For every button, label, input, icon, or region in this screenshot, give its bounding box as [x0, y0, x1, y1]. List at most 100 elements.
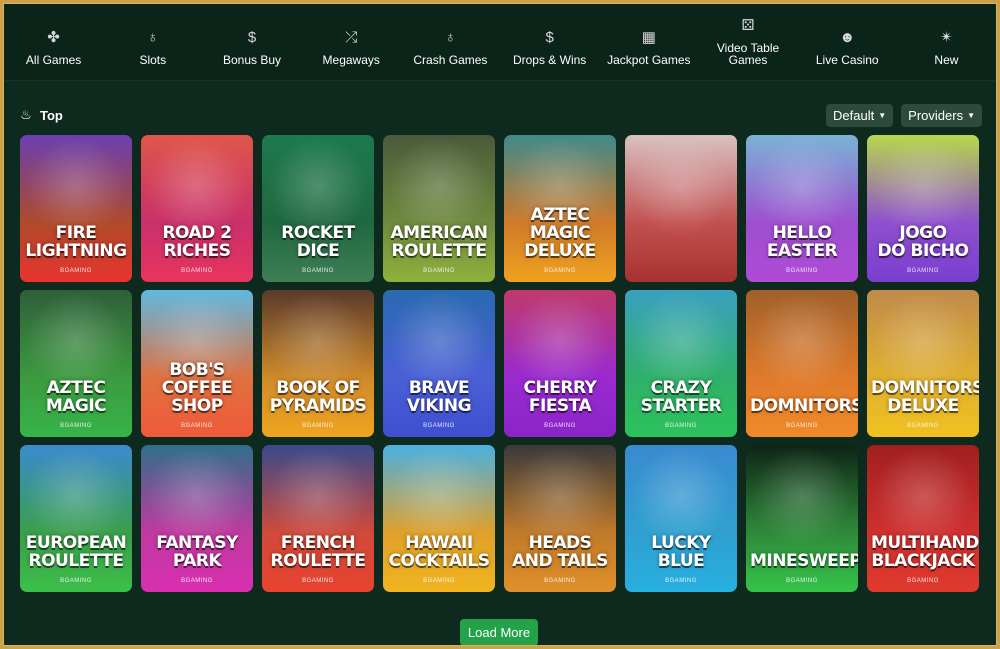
nav-item-label: Bonus Buy	[222, 53, 282, 67]
nav-item-slots[interactable]: ♁ Slots	[103, 4, 202, 80]
sparkle-icon: ✴	[940, 29, 953, 46]
nav-item-label: New	[934, 53, 959, 67]
game-title: Road 2 Riches	[162, 223, 232, 261]
game-title: Multihand Blackjack	[871, 533, 979, 571]
game-provider: BGAMING	[60, 268, 92, 274]
game-provider: BGAMING	[786, 268, 818, 274]
game-tile[interactable]: Aztec Magic BGAMING	[20, 290, 132, 437]
game-tile[interactable]: Heads and Tails BGAMING	[504, 445, 616, 592]
nav-item-new[interactable]: ✴ New	[897, 4, 996, 80]
game-tile[interactable]: Crazy Starter BGAMING	[625, 290, 737, 437]
game-provider: BGAMING	[181, 423, 213, 429]
game-grid: Fire Lightning BGAMING Road 2 Riches BGAMIN…	[20, 135, 979, 592]
game-tile[interactable]	[625, 135, 737, 282]
game-tile[interactable]: Brave Viking BGAMING	[383, 290, 495, 437]
game-title: Aztec Magic Deluxe	[524, 205, 596, 261]
game-provider: BGAMING	[544, 268, 576, 274]
game-tile[interactable]: Aztec Magic Deluxe BGAMING	[504, 135, 616, 282]
game-provider: BGAMING	[302, 423, 334, 429]
game-provider: BGAMING	[60, 423, 92, 429]
game-tile[interactable]: Hawaii Cocktails BGAMING	[383, 445, 495, 592]
game-provider: BGAMING	[907, 578, 939, 584]
game-tile[interactable]: Lucky Blue BGAMING	[625, 445, 737, 592]
chevron-down-icon: ▼	[878, 110, 887, 120]
nav-item-label: All Games	[25, 53, 82, 67]
money-bag-icon: $	[247, 29, 257, 46]
game-title: Cherry Fiesta	[523, 378, 597, 416]
game-tile[interactable]: French Roulette BGAMING	[262, 445, 374, 592]
game-title: Heads and Tails	[512, 533, 608, 571]
game-provider: BGAMING	[786, 423, 818, 429]
cherries-icon: ♁	[444, 29, 457, 46]
app-frame: ✤ All Games ♁ Slots $ Bonus Buy ⤮ Megaways ♁ Cras…	[3, 3, 997, 646]
flame-icon: ♨	[20, 107, 32, 122]
game-tile[interactable]: Fire Lightning BGAMING	[20, 135, 132, 282]
game-tile[interactable]: Fantasy Park BGAMING	[141, 445, 253, 592]
game-artwork	[625, 135, 737, 282]
game-title: Fire Lightning	[25, 223, 127, 261]
game-tile[interactable]: Jogo do Bicho BGAMING	[867, 135, 979, 282]
nav-item-live-casino[interactable]: ☻ Live Casino	[798, 4, 897, 80]
game-provider: BGAMING	[665, 423, 697, 429]
nav-item-label: Drops & Wins	[512, 53, 587, 67]
game-title: Hello Easter	[766, 223, 838, 261]
game-title: Domnitors Deluxe	[871, 378, 979, 416]
game-provider: BGAMING	[302, 578, 334, 584]
cherries-icon: ♁	[147, 29, 159, 46]
game-title: Book of Pyramids	[269, 378, 367, 416]
section-toolbar: ♨ Top Default ▼ Providers ▼	[18, 102, 982, 128]
game-tile[interactable]: Domnitors BGAMING	[746, 290, 858, 437]
game-title: American Roulette	[390, 223, 488, 261]
providers-dropdown-label: Providers	[908, 107, 964, 123]
nav-item-megaways[interactable]: ⤮ Megaways	[302, 4, 401, 80]
nav-item-all-games[interactable]: ✤ All Games	[4, 4, 103, 80]
game-tile[interactable]: European Roulette BGAMING	[20, 445, 132, 592]
game-title: Brave Viking	[406, 378, 472, 416]
slot-reels-icon: ▦	[641, 29, 656, 46]
section-title: Top	[40, 107, 63, 123]
game-tile[interactable]: Road 2 Riches BGAMING	[141, 135, 253, 282]
game-provider: BGAMING	[181, 578, 213, 584]
sort-dropdown-label: Default	[833, 107, 875, 123]
game-provider: BGAMING	[665, 578, 697, 584]
nav-item-drops-wins[interactable]: $ Drops & Wins	[500, 4, 599, 80]
sort-dropdown[interactable]: Default ▼	[826, 103, 894, 127]
game-title: Minesweeper	[750, 551, 858, 571]
nav-item-label: Slots	[139, 53, 167, 67]
load-more-button[interactable]: Load More	[460, 619, 538, 645]
game-title: Hawaii Cocktails	[388, 533, 490, 571]
providers-dropdown[interactable]: Providers ▼	[901, 103, 982, 127]
shuffle-icon: ⤮	[345, 29, 358, 46]
game-tile[interactable]: Rocket Dice BGAMING	[262, 135, 374, 282]
game-provider: BGAMING	[786, 578, 818, 584]
nav-item-label: Live Casino	[815, 53, 879, 67]
game-title: Rocket Dice	[281, 223, 355, 261]
game-tile[interactable]: Multihand Blackjack BGAMING	[867, 445, 979, 592]
game-title: Bob's Coffee Shop	[161, 360, 233, 416]
game-provider: BGAMING	[302, 268, 334, 274]
game-tile[interactable]: Domnitors Deluxe BGAMING	[867, 290, 979, 437]
nav-item-video-table-games[interactable]: ⚄ Video Table Games	[698, 4, 797, 80]
game-title: Aztec Magic	[45, 378, 107, 416]
game-tile[interactable]: Bob's Coffee Shop BGAMING	[141, 290, 253, 437]
nav-item-bonus-buy[interactable]: $ Bonus Buy	[202, 4, 301, 80]
game-title: Lucky Blue	[651, 533, 711, 571]
game-tile[interactable]: American Roulette BGAMING	[383, 135, 495, 282]
dice-icon: ⚄	[741, 17, 755, 34]
game-title: Jogo do Bicho	[877, 223, 969, 261]
game-tile[interactable]: Cherry Fiesta BGAMING	[504, 290, 616, 437]
game-provider: BGAMING	[181, 268, 213, 274]
game-provider: BGAMING	[907, 423, 939, 429]
game-title: French Roulette	[270, 533, 367, 571]
chevron-down-icon: ▼	[967, 110, 975, 120]
game-tile[interactable]: Minesweeper BGAMING	[746, 445, 858, 592]
dealer-icon: ☻	[839, 29, 856, 46]
game-title: Crazy Starter	[640, 378, 722, 416]
game-title: Domnitors	[750, 396, 858, 416]
nav-item-jackpot-games[interactable]: ▦ Jackpot Games	[599, 4, 698, 80]
category-nav: ✤ All Games ♁ Slots $ Bonus Buy ⤮ Megaways ♁ Cras…	[4, 4, 996, 81]
game-tile[interactable]: Hello Easter BGAMING	[746, 135, 858, 282]
nav-item-crash-games[interactable]: ♁ Crash Games	[401, 4, 500, 80]
game-title: European Roulette	[25, 533, 127, 571]
game-tile[interactable]: Book of Pyramids BGAMING	[262, 290, 374, 437]
